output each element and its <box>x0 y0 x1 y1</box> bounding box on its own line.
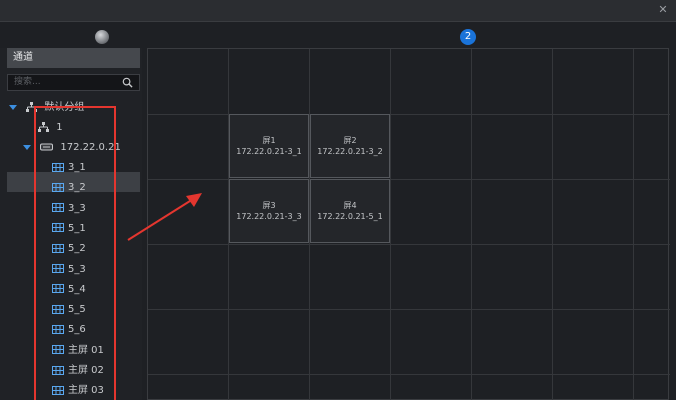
annotation-arrow <box>127 193 202 241</box>
annotation-arrow-line <box>127 200 191 241</box>
annotation-arrow-head <box>186 193 202 207</box>
